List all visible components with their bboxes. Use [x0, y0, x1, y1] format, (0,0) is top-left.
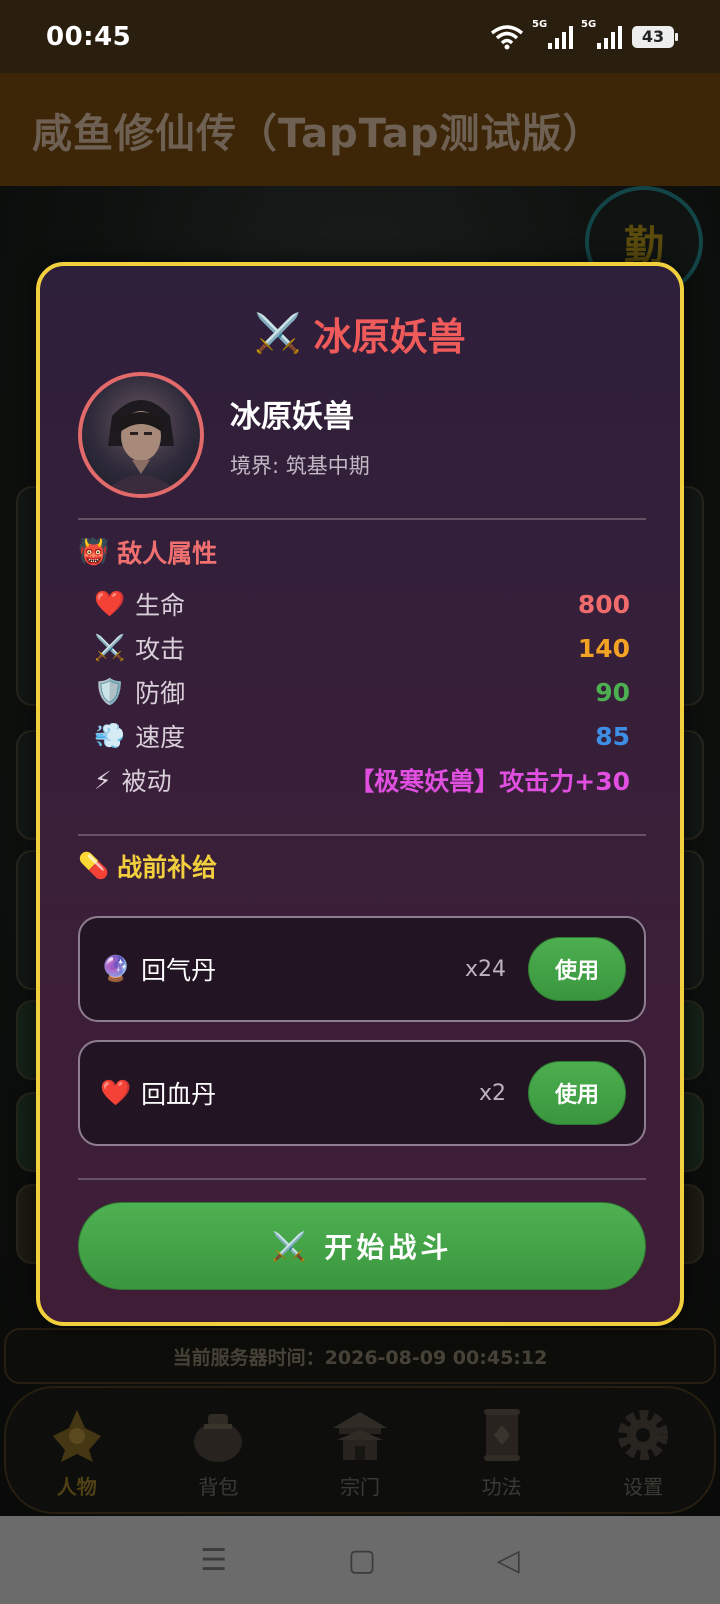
supply-item: 🔮 回气丹 x24 使用: [78, 916, 646, 1022]
back-icon[interactable]: ◁: [497, 1543, 520, 1578]
enemy-name: 冰原妖兽: [230, 398, 354, 435]
stat-row-passive: ⚡ 被动 【极寒妖兽】攻击力+30: [94, 762, 630, 798]
modal-title: ⚔️ 冰原妖兽: [40, 306, 680, 361]
stat-value: 800: [577, 589, 630, 619]
heart-icon: ❤️: [94, 589, 126, 618]
wifi-icon: [490, 24, 524, 49]
lightning-icon: ⚡: [94, 765, 112, 795]
system-nav-bar: ☰ ▢ ◁: [0, 1516, 720, 1604]
signal-icon-1: 5G: [532, 19, 573, 49]
enemy-realm: 境界: 筑基中期: [230, 453, 370, 478]
stat-row-hp: ❤️ 生命 800: [94, 589, 630, 620]
item-name: 回血丹: [141, 1080, 217, 1109]
stat-value: 90: [595, 677, 630, 707]
supply-item: ❤️ 回血丹 x2 使用: [78, 1040, 646, 1146]
item-count: x24: [464, 956, 506, 982]
menu-icon[interactable]: ☰: [200, 1543, 227, 1578]
item-count: x2: [478, 1080, 506, 1106]
status-time: 00:45: [46, 21, 132, 52]
supplies-heading: 💊 战前补给: [78, 851, 218, 882]
enemy-info: 冰原妖兽 境界: 筑基中期: [230, 391, 370, 480]
status-bar: 00:45 5G 5G 43: [0, 0, 720, 73]
divider: [78, 1178, 646, 1180]
enemy-avatar: [78, 372, 204, 498]
signal-icon-2: 5G: [581, 19, 622, 49]
crossed-swords-icon: ⚔️: [271, 1229, 311, 1263]
modal-title-text: 冰原妖兽: [313, 315, 466, 359]
crystal-ball-icon: 🔮: [100, 954, 132, 983]
wind-icon: 💨: [94, 721, 126, 750]
item-name: 回气丹: [141, 956, 217, 985]
enemy-header: 冰原妖兽 境界: 筑基中期: [78, 372, 370, 498]
swords-icon: ⚔️: [94, 633, 126, 662]
divider: [78, 518, 646, 520]
stat-value: 140: [577, 633, 630, 663]
battle-modal: ⚔️ 冰原妖兽 冰原妖兽 境界: 筑基中期 👹 敌人属性 ❤️ 生命 800 ⚔…: [36, 262, 684, 1326]
enemy-attributes-heading: 👹 敌人属性: [78, 537, 218, 568]
stat-row-speed: 💨 速度 85: [94, 721, 630, 752]
heart-icon: ❤️: [100, 1078, 132, 1107]
stat-row-attack: ⚔️ 攻击 140: [94, 633, 630, 664]
demon-icon: 👹: [78, 537, 110, 566]
start-battle-button[interactable]: ⚔️ 开始战斗: [78, 1202, 646, 1290]
divider: [78, 834, 646, 836]
status-icons: 5G 5G 43: [490, 19, 678, 50]
stat-value: 【极寒妖兽】攻击力+30: [349, 767, 630, 796]
use-hp-pill-button[interactable]: 使用: [528, 1061, 626, 1125]
app-title: 咸鱼修仙传（TapTap测试版）: [32, 110, 604, 157]
shield-icon: 🛡️: [94, 677, 126, 706]
stat-value: 85: [595, 721, 630, 751]
crossed-swords-icon: ⚔️: [254, 311, 302, 355]
app-bar: 咸鱼修仙传（TapTap测试版）: [0, 73, 720, 186]
pill-icon: 💊: [78, 851, 110, 880]
stat-row-defense: 🛡️ 防御 90: [94, 677, 630, 708]
use-qi-pill-button[interactable]: 使用: [528, 937, 626, 1001]
battery-icon: 43: [632, 25, 678, 48]
home-icon[interactable]: ▢: [348, 1543, 376, 1578]
